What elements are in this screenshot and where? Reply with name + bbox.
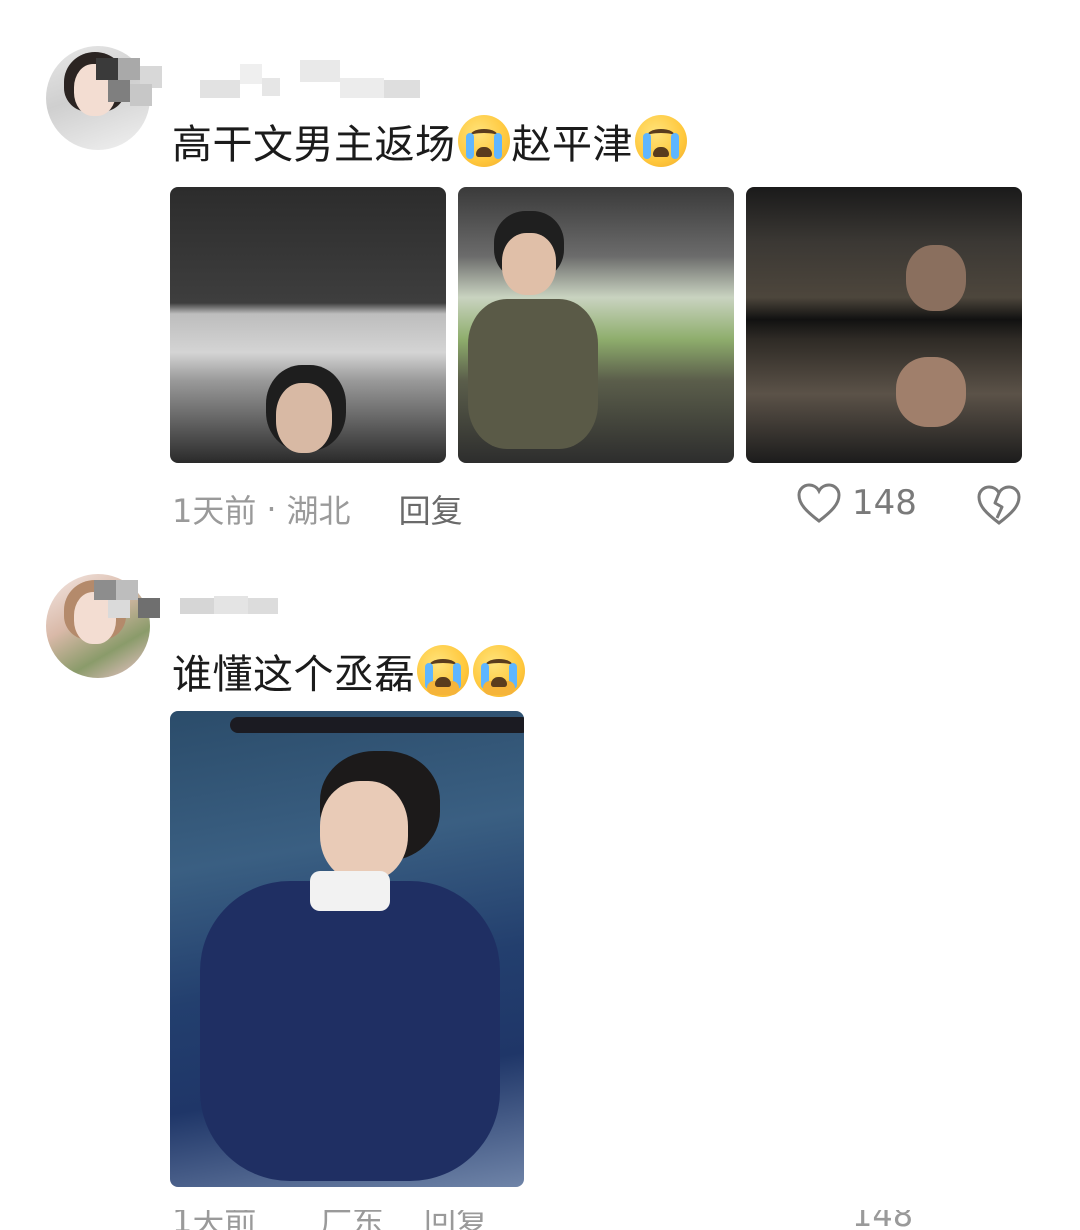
comment-text: 高干文男主返场 赵平津 xyxy=(172,112,689,170)
comment-time: 1天前 xyxy=(172,1210,257,1230)
comment-location: 广东 xyxy=(320,1210,385,1230)
comment-image[interactable] xyxy=(458,187,734,463)
next-comment-meta-cutoff: 1天前 广东 回复 148 xyxy=(0,1210,1080,1230)
dislike-button[interactable] xyxy=(976,484,1022,526)
like-button[interactable]: 148 xyxy=(796,482,917,524)
pleading-face-icon xyxy=(473,645,525,697)
comment-text: 谁懂这个丞磊 xyxy=(172,642,527,700)
comment-text-part: 谁懂这个丞磊 xyxy=(172,652,415,698)
comment-text-part: 高干文男主返场 xyxy=(172,122,456,168)
comment-text-part: 赵平津 xyxy=(511,122,633,168)
broken-heart-icon xyxy=(976,484,1022,526)
pleading-face-icon xyxy=(417,645,469,697)
comment-image[interactable] xyxy=(746,187,1022,463)
reply-button[interactable]: 回复 xyxy=(399,486,463,532)
username-mosaic xyxy=(94,580,164,620)
comment-image[interactable] xyxy=(170,711,524,1187)
comment-item: 谁懂这个丞磊 xyxy=(0,560,1080,1230)
username-mosaic xyxy=(96,58,166,108)
comment-item: 高干文男主返场 赵平津 1天前 · 湖北 回复 148 xyxy=(0,0,1080,560)
loudly-crying-face-icon xyxy=(635,115,687,167)
meta-separator: · xyxy=(266,490,277,528)
comment-image[interactable] xyxy=(170,187,446,463)
comment-time: 1天前 xyxy=(172,492,257,530)
like-count: 148 xyxy=(852,1210,914,1230)
reply-button[interactable]: 回复 xyxy=(424,1210,488,1230)
heart-icon xyxy=(796,482,842,524)
username-blur xyxy=(200,60,424,100)
loudly-crying-face-icon xyxy=(457,115,510,167)
comment-meta: 1天前 · 湖北 回复 xyxy=(172,486,463,532)
username-blur xyxy=(180,596,280,616)
like-count: 148 xyxy=(852,483,917,523)
comment-location: 湖北 xyxy=(286,492,351,530)
